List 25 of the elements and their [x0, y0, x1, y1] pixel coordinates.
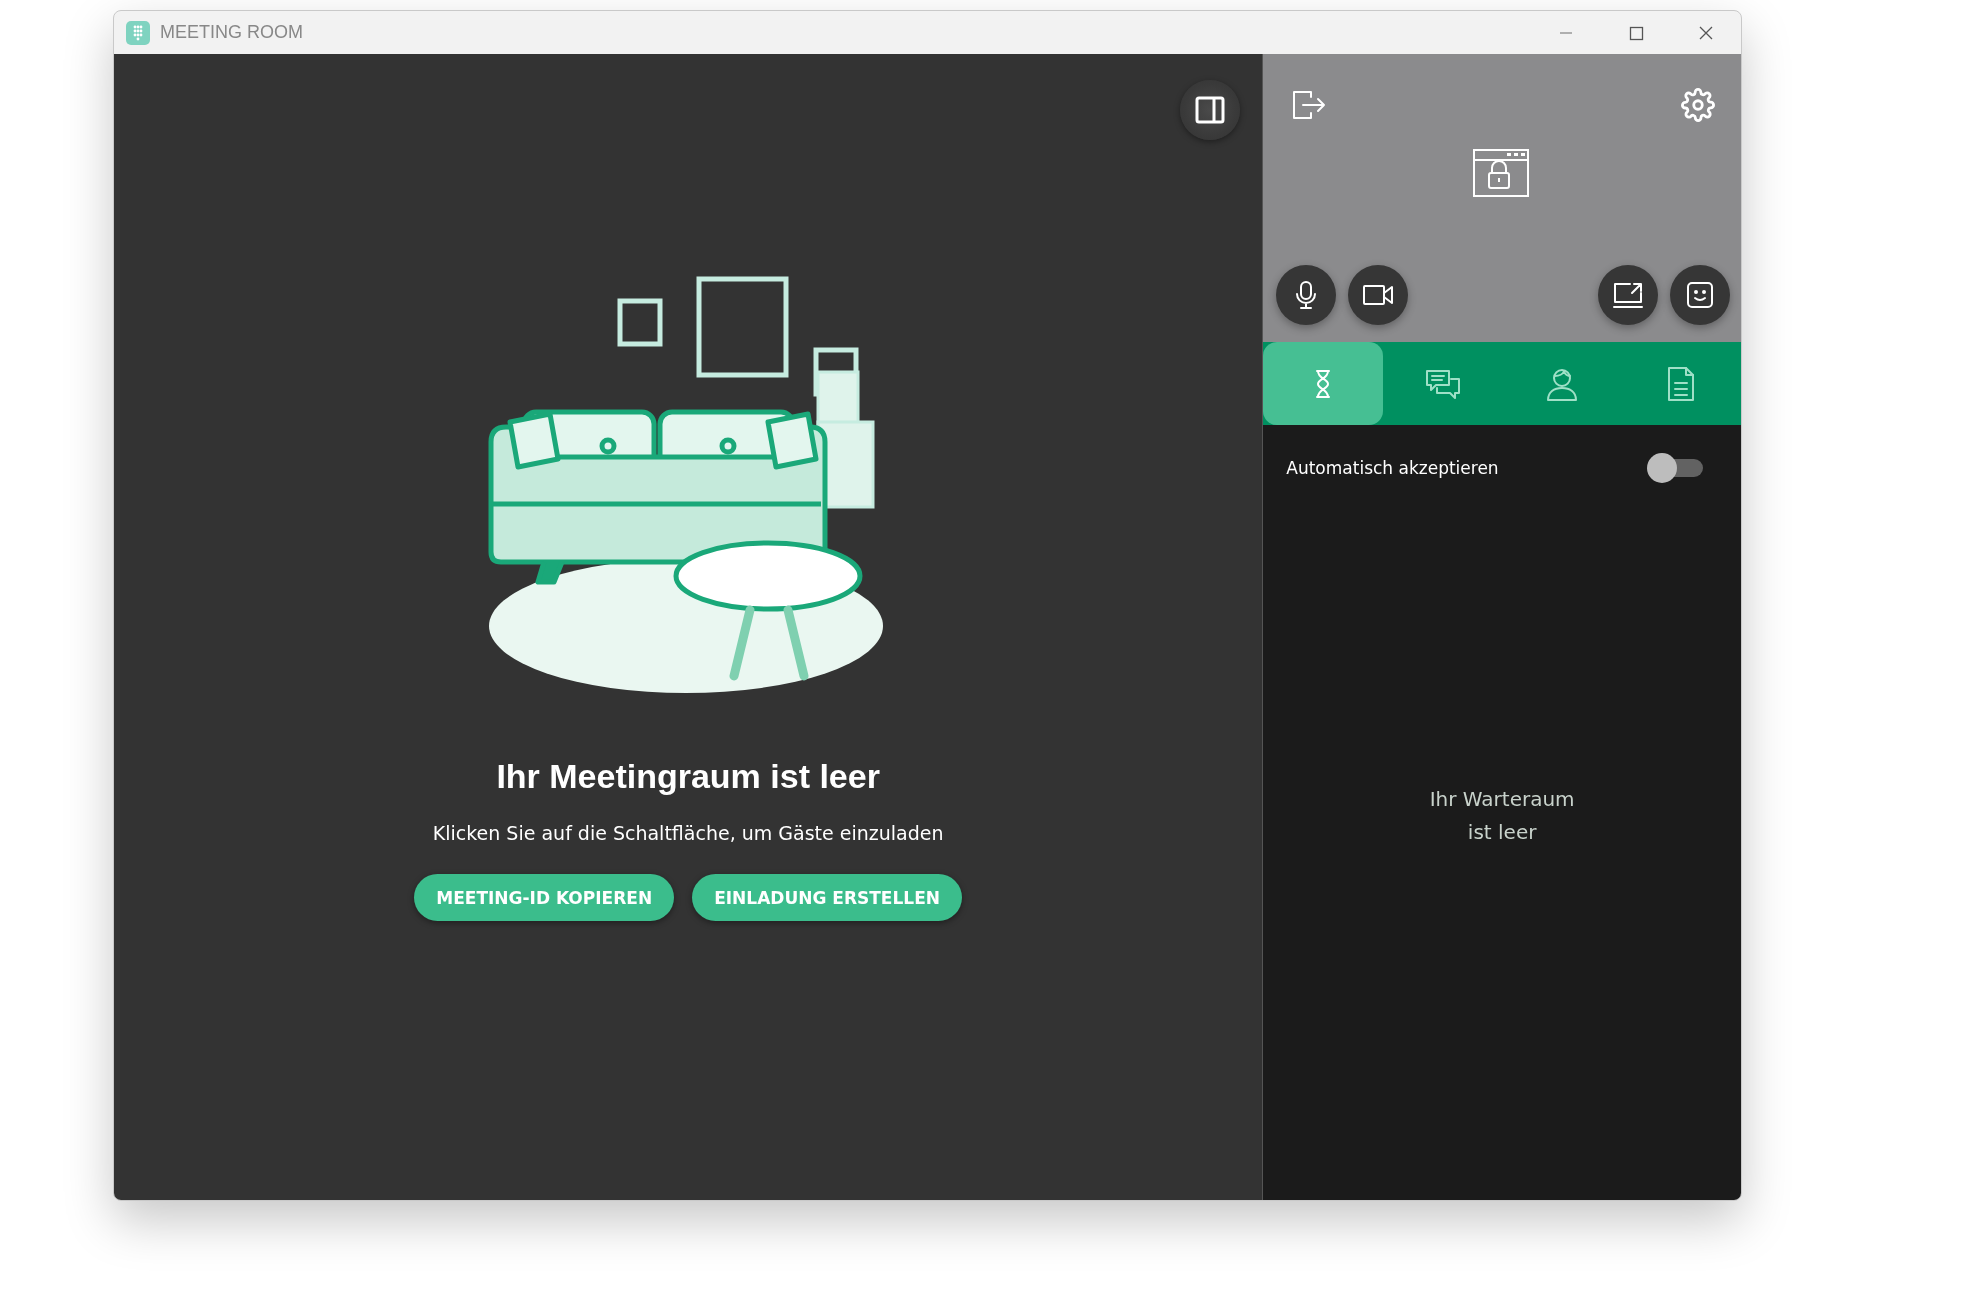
share-screen-icon: [1612, 280, 1645, 310]
exit-icon: [1291, 89, 1328, 121]
reactions-button[interactable]: [1670, 265, 1731, 325]
empty-waiting-room-message: Ihr Warteraum ist leer: [1429, 786, 1575, 846]
auto-accept-toggle[interactable]: [1647, 453, 1703, 483]
copy-meeting-id-button[interactable]: MEETING-ID KOPIEREN: [414, 874, 675, 921]
side-panel-icon: [1195, 96, 1226, 124]
empty-room-heading: Ihr Meetingraum ist leer: [496, 757, 880, 796]
locked-window-icon: [1473, 149, 1530, 197]
settings-icon: [1681, 88, 1715, 122]
window-title: MEETING ROOM: [160, 22, 303, 43]
sidebar-tab[interactable]: [1263, 342, 1384, 425]
auto-accept-label: Automatisch akzeptieren: [1286, 458, 1499, 478]
microphone-icon: [1295, 280, 1318, 310]
document-icon: [1667, 365, 1696, 402]
chat-icon: [1424, 367, 1461, 400]
invite-hint: Klicken Sie auf die Schaltfläche, um Gäste einzuladen: [432, 822, 944, 844]
video-camera-icon: [1362, 283, 1395, 307]
share-screen-button[interactable]: [1598, 265, 1659, 325]
microphone-button[interactable]: [1276, 265, 1337, 325]
app-logo-icon: [126, 20, 150, 45]
create-invitation-button[interactable]: EINLADUNG ERSTELLEN: [692, 874, 962, 921]
person-icon: [1546, 366, 1579, 401]
camera-button[interactable]: [1348, 265, 1409, 325]
smiley-icon: [1686, 281, 1715, 309]
